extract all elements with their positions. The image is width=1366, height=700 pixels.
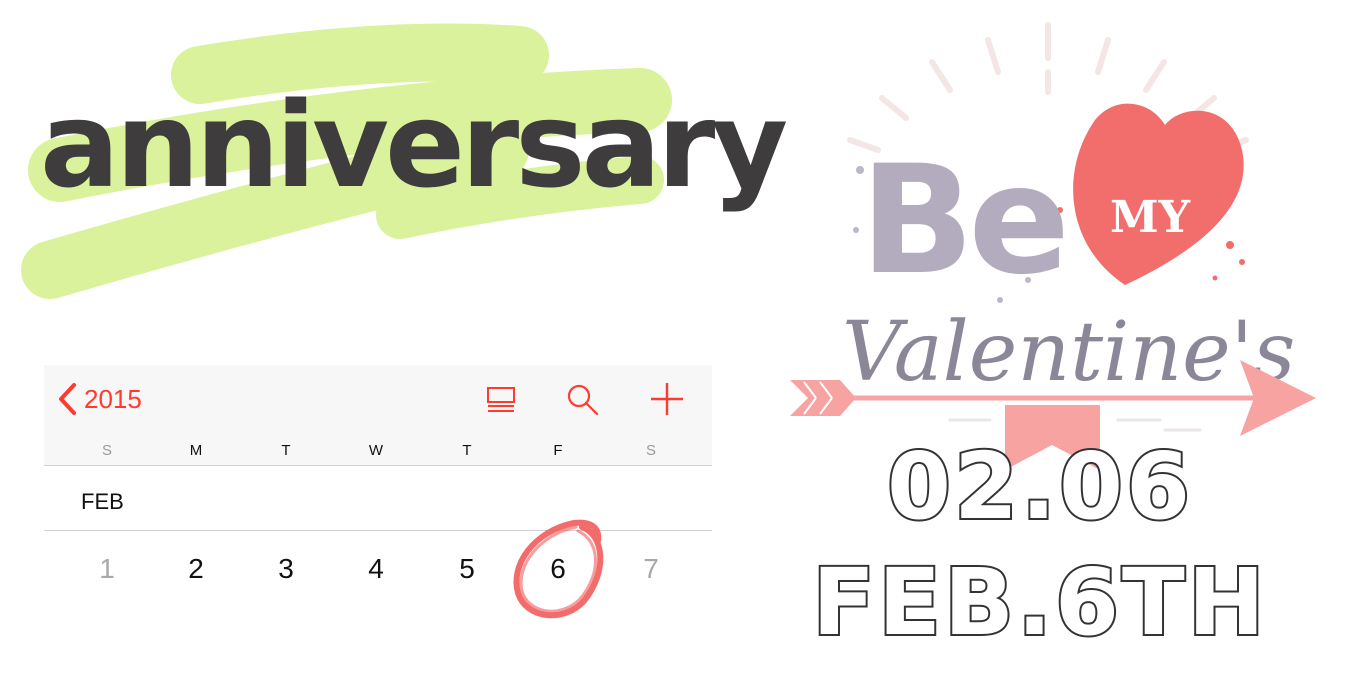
list-view-icon (487, 387, 515, 412)
heart-text: MY (1110, 192, 1191, 243)
valentine-graphic: MY Be Valentine's (790, 22, 1316, 470)
anniversary-heading: anniversary (40, 76, 788, 214)
back-to-year-button[interactable]: 2015 (56, 379, 142, 419)
calendar-header: 2015 S M T W T F S (44, 365, 712, 466)
date-numeric: 02.06 (885, 431, 1193, 542)
calendar-widget: 2015 S M T W T F S FEB 1 2 3 4 5 6 7 (44, 365, 712, 665)
day-1[interactable]: 1 (87, 553, 127, 585)
hand-drawn-circle (513, 519, 604, 619)
weekday-monday: M (189, 442, 203, 459)
weekday-wednesday: W (368, 442, 384, 459)
be-text: Be (860, 134, 1064, 308)
day-2[interactable]: 2 (176, 553, 216, 585)
weekday-saturday: S (645, 442, 656, 459)
year-label: 2015 (84, 383, 142, 414)
chevron-left-icon (59, 383, 76, 415)
search-icon (567, 384, 599, 416)
weekday-thursday: T (462, 442, 472, 459)
day-5[interactable]: 5 (447, 553, 487, 585)
day-7[interactable]: 7 (631, 553, 671, 585)
month-label: FEB (81, 489, 124, 514)
day-3[interactable]: 3 (266, 553, 306, 585)
plus-icon (651, 383, 683, 415)
weekday-tuesday: T (281, 442, 291, 459)
date-text: FEB.6TH (810, 547, 1268, 658)
weekday-sunday: S (101, 442, 112, 459)
list-view-button[interactable] (481, 379, 521, 419)
search-button[interactable] (562, 379, 602, 419)
valentines-text: Valentine's (842, 305, 1295, 400)
add-event-button[interactable] (647, 379, 687, 419)
day-4[interactable]: 4 (356, 553, 396, 585)
weekday-friday: F (553, 442, 563, 459)
